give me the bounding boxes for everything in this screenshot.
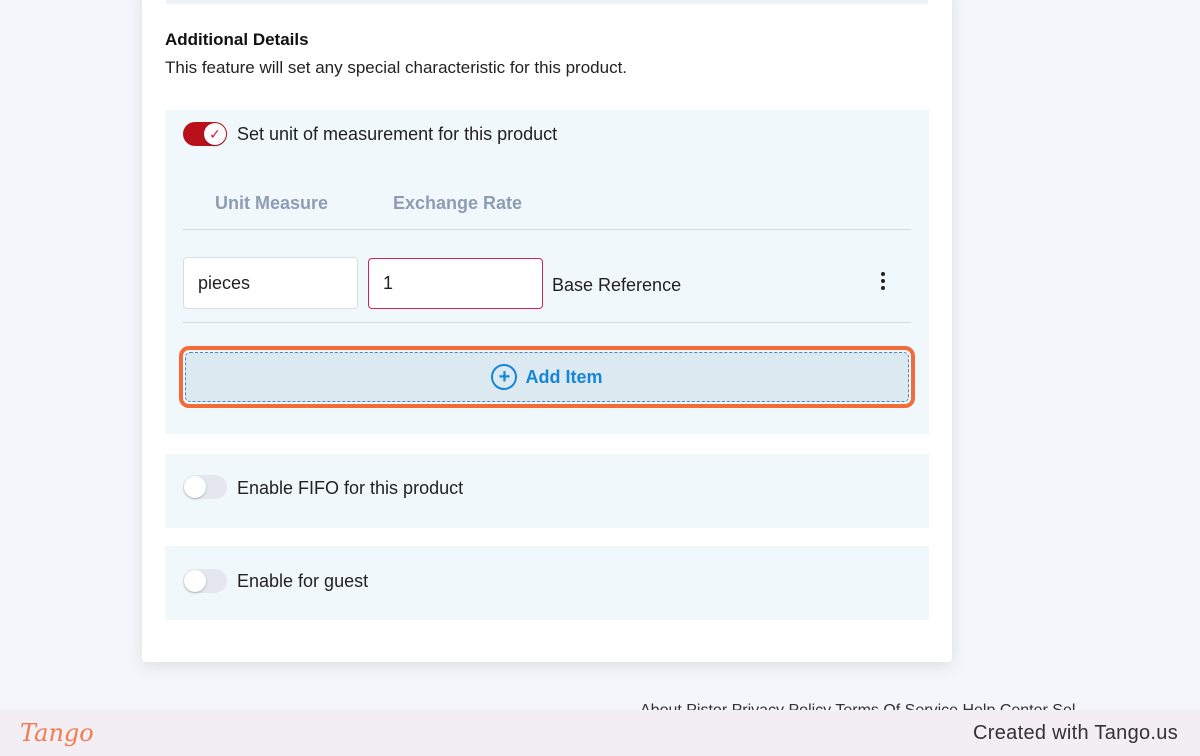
toggle-knob xyxy=(184,570,206,592)
fifo-toggle-label: Enable FIFO for this product xyxy=(237,478,464,498)
uom-toggle[interactable]: ✓ xyxy=(183,122,227,146)
uom-toggle-label: Set unit of measurement for this product xyxy=(237,124,558,144)
fifo-toggle[interactable] xyxy=(183,475,227,499)
row-divider xyxy=(183,322,911,323)
guest-toggle-label: Enable for guest xyxy=(237,571,369,591)
column-header-exchange-rate: Exchange Rate xyxy=(393,193,523,213)
card-top-divider xyxy=(166,0,928,4)
product-details-card: Additional Details This feature will set… xyxy=(142,0,952,662)
column-header-unit-measure: Unit Measure xyxy=(215,193,329,213)
add-item-button[interactable]: + Add Item xyxy=(185,352,909,402)
exchange-rate-input[interactable]: 1 xyxy=(368,258,543,309)
toggle-knob xyxy=(184,476,206,498)
header-divider xyxy=(183,229,911,230)
more-options-icon[interactable] xyxy=(872,266,894,296)
guest-toggle[interactable] xyxy=(183,569,227,593)
fifo-panel: Enable FIFO for this product xyxy=(165,454,929,528)
tango-footer: Tango Created with Tango.us xyxy=(0,710,1200,756)
tango-logo: Tango xyxy=(20,719,94,747)
section-title: Additional Details xyxy=(165,30,309,49)
unit-measure-input[interactable]: pieces xyxy=(183,257,358,309)
section-description: This feature will set any special charac… xyxy=(165,58,628,77)
page: Additional Details This feature will set… xyxy=(0,0,1200,756)
plus-circle-icon: + xyxy=(491,364,518,390)
toggle-knob: ✓ xyxy=(204,123,226,145)
check-icon: ✓ xyxy=(209,126,221,142)
uom-panel: ✓ Set unit of measurement for this produ… xyxy=(165,110,929,434)
tango-credit: Created with Tango.us xyxy=(973,721,1178,744)
base-reference-label: Base Reference xyxy=(552,275,682,295)
add-item-label: Add Item xyxy=(525,366,603,387)
guest-panel: Enable for guest xyxy=(165,546,929,620)
